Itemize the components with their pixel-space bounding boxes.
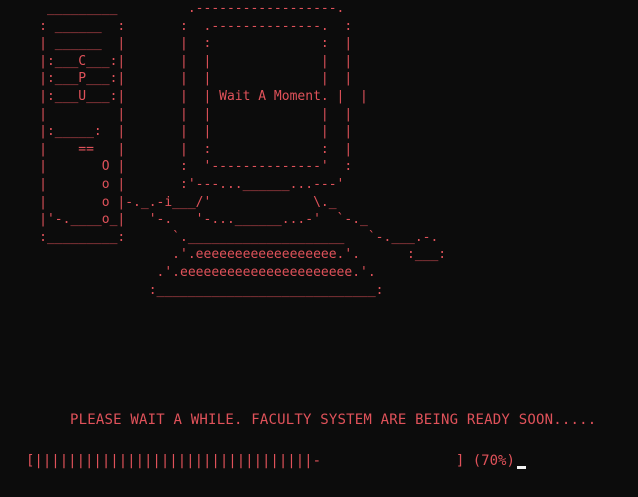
terminal-window: _________ .------------------. : ______ … (0, 0, 638, 497)
text-cursor (516, 465, 526, 469)
progress-bar: [|||||||||||||||||||||||||||||||||- ] (26, 453, 465, 469)
ascii-computer-art: _________ .------------------. : ______ … (39, 1, 447, 298)
progress-percent: (70%) (472, 453, 515, 469)
status-message: PLEASE WAIT A WHILE. FACULTY SYSTEM ARE … (70, 412, 597, 428)
progress-indicator: [|||||||||||||||||||||||||||||||||- ] (7… (26, 453, 526, 469)
